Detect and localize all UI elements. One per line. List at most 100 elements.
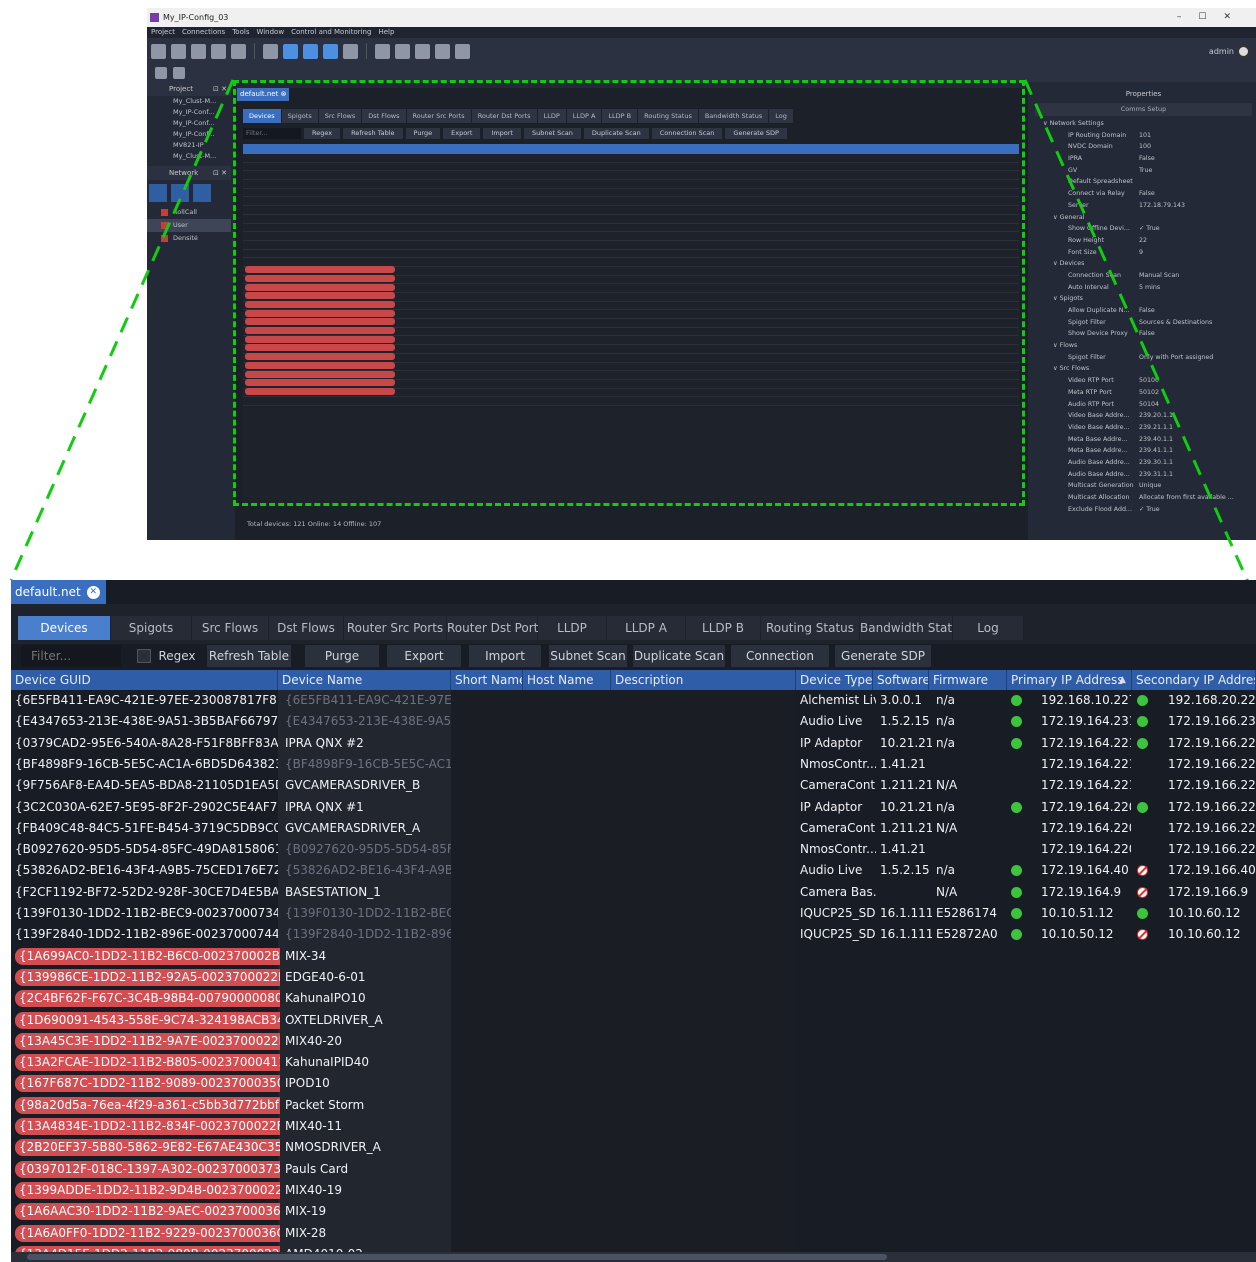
tab-src-flows[interactable]: Src Flows [192,616,268,640]
table-row[interactable]: {BF4898F9-16CB-5E5C-AC1A-6BD5D643823C} {B… [11,754,1256,775]
generate-sdp-button[interactable]: Generate SDP [835,645,931,667]
table-row[interactable]: {13A45C3E-1DD2-11B2-9A7E-0023700022B6} MI… [11,1031,1256,1052]
table-row[interactable]: {167F687C-1DD2-11B2-9089-002370003505} IP… [11,1073,1256,1094]
filter-input[interactable] [21,645,121,667]
table-row[interactable]: {1A6A0FF0-1DD2-11B2-9229-0023700036CF} MI… [11,1223,1256,1244]
table-row[interactable]: {9F756AF8-EA4D-5EA5-BDA8-21105D1EA5DD} GV… [11,775,1256,796]
status-blocked-icon [1137,865,1148,877]
table-row[interactable]: {E4347653-213E-438E-9A51-3B5BAF667975} {E… [11,711,1256,732]
primary-ip: 172.19.164.231 [1041,714,1131,729]
table-row[interactable]: {139986CE-1DD2-11B2-92A5-0023700022B8} ED… [11,967,1256,988]
column-header-secondary-ip-address[interactable]: Secondary IP Address [1132,670,1256,690]
table-row[interactable]: {53826AD2-BE16-43F4-A9B5-75CED176E727} {5… [11,860,1256,881]
sort-ascending-icon: ▲ [1119,675,1126,685]
column-header-host-name[interactable]: Host Name [523,670,611,690]
table-row[interactable]: {13A4834E-1DD2-11B2-834F-0023700022F1} MI… [11,1116,1256,1137]
table-row[interactable]: {0397012F-018C-1397-A302-002370003732} Pa… [11,1159,1256,1180]
column-header-device-type[interactable]: Device Type [796,670,873,690]
primary-ip: 192.168.10.227 [1041,693,1131,707]
device-guid: {139F2840-1DD2-11B2-896E-00237000744B} [15,927,278,942]
software-version: 3.0.0.1 [880,693,922,707]
software-version: 10.21.21 [880,735,932,750]
subnet-scan-button[interactable]: Subnet Scan [549,645,627,667]
table-row[interactable]: {98a20d5a-76ea-4f29-a361-c5bb3d772bbf} Pa… [11,1095,1256,1116]
status-ok-icon [1011,695,1022,706]
tab-spigots[interactable]: Spigots [111,616,191,640]
device-type: IP Adaptor [800,735,863,750]
table-row[interactable]: {139F2840-1DD2-11B2-896E-00237000744B} {1… [11,924,1256,945]
tab-router-dst-ports[interactable]: Router Dst Ports [447,616,545,640]
table-row[interactable]: {2C4BF62F-F67C-3C4B-98B4-007900000800} Ka… [11,988,1256,1009]
tab-log[interactable]: Log [953,616,1023,640]
table-row[interactable]: {13A2FCAE-1DD2-11B2-B805-002370004118} Ka… [11,1052,1256,1073]
table-row[interactable]: {3C2C030A-62E7-5E95-8F2F-2902C5E4AF77} IP… [11,797,1256,818]
device-guid: {1399ADDE-1DD2-11B2-9D4B-0023700022D0} [15,1180,280,1201]
software-version: 16.1.111 [880,906,932,920]
tab-lldp-a[interactable]: LLDP A [607,616,685,640]
offline-guid-pill: {2B20EF37-5B80-5862-9E82-E67AE430C354} [15,1139,280,1157]
offline-guid-pill: {1A699AC0-1DD2-11B2-B6C0-002370002B99} [15,947,280,965]
tab-routing-status[interactable]: Routing Status [761,616,859,640]
refresh-table-button[interactable]: Refresh Table [207,645,291,667]
table-row[interactable]: {139F0130-1DD2-11B2-BEC9-00237000734E} {1… [11,903,1256,924]
table-row[interactable]: {13A4D15E-1DD2-11B2-980B-0023700022FE} AM… [11,1244,1256,1252]
firmware-version [936,754,1006,775]
device-name: GVCAMERASDRIVER_A [285,820,421,835]
device-guid: {13A4D15E-1DD2-11B2-980B-0023700022FE} [15,1244,280,1252]
table-row[interactable]: {1A699AC0-1DD2-11B2-B6C0-002370002B99} MI… [11,946,1256,967]
column-header-primary-ip-address[interactable]: Primary IP Address [1007,670,1132,690]
primary-ip: 172.19.164.221 [1041,735,1131,750]
status-ok-icon [1011,716,1022,728]
tab-router-src-ports[interactable]: Router Src Ports [344,616,446,640]
tab-dst-flows[interactable]: Dst Flows [269,616,343,640]
table-row[interactable]: {6E5FB411-EA9C-421E-97EE-230087817F8F} {6… [11,690,1256,711]
table-row[interactable]: {FB409C48-84C5-51FE-B454-3719C5DB9C0D} GV… [11,818,1256,839]
table-row[interactable]: {1399ADDE-1DD2-11B2-9D4B-0023700022D0} MI… [11,1180,1256,1201]
scrollbar-thumb[interactable] [27,1254,887,1260]
offline-guid-pill: {13A2FCAE-1DD2-11B2-B805-002370004118} [15,1054,280,1072]
device-type: IQUCP25_SDI [800,906,876,920]
close-tab-icon[interactable]: ✕ [86,585,100,599]
device-name: Packet Storm [285,1097,365,1112]
regex-checkbox[interactable] [137,649,151,663]
column-header-short-name[interactable]: Short Name [451,670,523,690]
secondary-ip: 172.19.166.221 [1168,735,1256,750]
offline-guid-pill: {167F687C-1DD2-11B2-9089-002370003505} [15,1075,280,1093]
column-header-device-guid[interactable]: Device GUID [11,670,278,690]
document-tab[interactable]: default.net ✕ [11,580,106,604]
tab-devices[interactable]: Devices [18,616,110,640]
horizontal-scrollbar[interactable] [11,1252,1256,1262]
device-type: Camera Bas... [800,884,876,899]
device-type: NmosContr... [800,842,876,857]
column-header-firmware[interactable]: Firmware [929,670,1007,690]
column-header-description[interactable]: Description [611,670,796,690]
device-name: MIX-19 [285,1204,327,1219]
table-row[interactable]: {2B20EF37-5B80-5862-9E82-E67AE430C354} NM… [11,1137,1256,1158]
table-row[interactable]: {1A6AAC30-1DD2-11B2-9AEC-00237000368D} MI… [11,1201,1256,1222]
device-guid: {1A6AAC30-1DD2-11B2-9AEC-00237000368D} [15,1201,280,1222]
tab-bandwidth-status[interactable]: Bandwidth Status [860,616,966,640]
duplicate-scan-button[interactable]: Duplicate Scan [633,645,725,667]
import-button[interactable]: Import [469,645,541,667]
device-guid: {139986CE-1DD2-11B2-92A5-0023700022B8} [15,967,280,988]
table-row[interactable]: {B0927620-95D5-5D54-85FC-49DA8158061D} {B… [11,839,1256,860]
primary-ip: 10.10.50.12 [1041,927,1114,942]
table-row[interactable]: {0379CAD2-95E6-540A-8A28-F51F8BFF83A5} IP… [11,733,1256,754]
device-guid: {2C4BF62F-F67C-3C4B-98B4-007900000800} [15,988,280,1009]
device-type: Alchemist Live [800,693,876,707]
firmware-version: N/A [936,884,958,899]
table-row[interactable]: {F2CF1192-BF72-52D2-928F-30CE7D4E5BA2} BA… [11,882,1256,903]
tab-lldp-b[interactable]: LLDP B [686,616,760,640]
offline-guid-pill: {1A6AAC30-1DD2-11B2-9AEC-00237000368D} [15,1203,280,1221]
tab-lldp[interactable]: LLDP [538,616,606,640]
column-header-software[interactable]: Software [873,670,929,690]
device-name: BASESTATION_1 [285,884,381,899]
offline-guid-pill: {2C4BF62F-F67C-3C4B-98B4-007900000800} [15,990,280,1008]
purge-button[interactable]: Purge [305,645,379,667]
table-row[interactable]: {1D690091-4543-558E-9C74-324198ACB348} OX… [11,1010,1256,1031]
software-version: 10.21.21 [880,799,932,814]
device-guid: {13A45C3E-1DD2-11B2-9A7E-0023700022B6} [15,1031,280,1052]
connection-scan-button[interactable]: Connection Scan [731,645,829,685]
export-button[interactable]: Export [387,645,461,667]
column-header-device-name[interactable]: Device Name [278,670,451,690]
